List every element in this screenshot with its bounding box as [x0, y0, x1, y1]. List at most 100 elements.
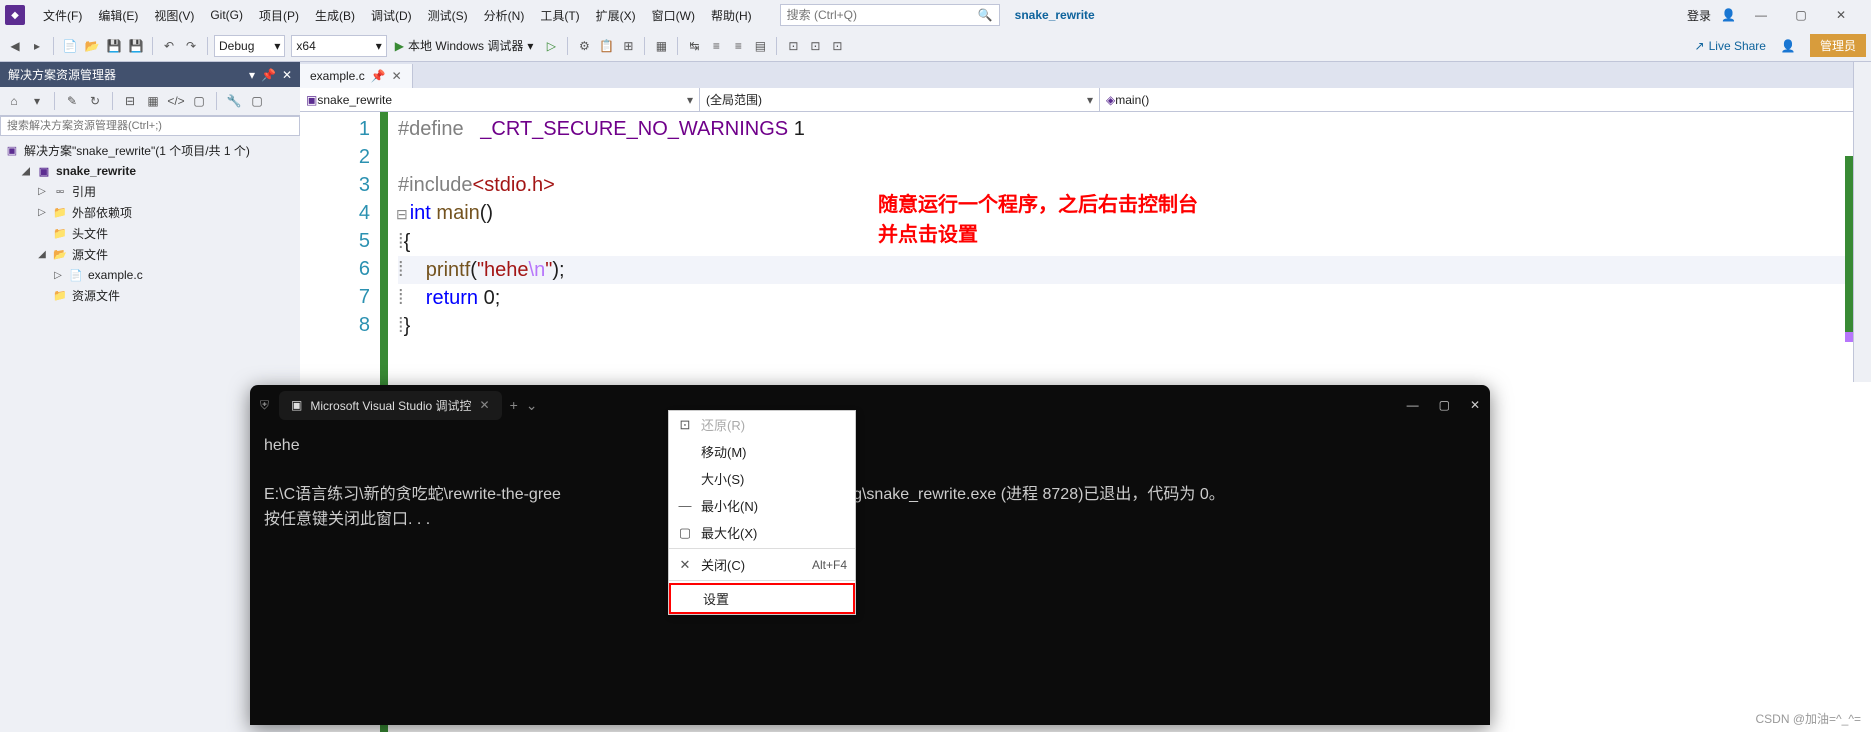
maximize-icon[interactable]: ▢ [1786, 4, 1816, 26]
panel-title: 解决方案资源管理器 ▾ 📌 ✕ [0, 62, 300, 87]
tb-icon-8[interactable]: ▤ [750, 36, 770, 56]
properties-icon[interactable]: </> [166, 91, 186, 111]
menu-git[interactable]: Git(G) [202, 4, 251, 26]
redo-icon[interactable]: ↷ [181, 36, 201, 56]
menu-analyze[interactable]: 分析(N) [476, 3, 533, 28]
switch-views-icon[interactable]: ▾ [27, 91, 47, 111]
menu-extensions[interactable]: 扩展(X) [588, 3, 644, 28]
save-icon[interactable]: 💾 [104, 36, 124, 56]
menu-edit[interactable]: 编辑(E) [90, 3, 146, 28]
chevron-down-icon[interactable]: ◢ [20, 166, 32, 177]
tb-icon-3[interactable]: ⊞ [618, 36, 638, 56]
preview-icon[interactable]: ▢ [189, 91, 209, 111]
sync-icon[interactable]: ↻ [85, 91, 105, 111]
chevron-right-icon[interactable]: ▷ [36, 207, 48, 218]
feedback-icon[interactable]: 👤 [1778, 36, 1798, 56]
more-icon[interactable]: ▢ [247, 91, 267, 111]
tree-external-deps[interactable]: ▷ 📁 外部依赖项 [0, 202, 300, 223]
show-all-icon[interactable]: ▦ [143, 91, 163, 111]
platform-dropdown[interactable]: x64▾ [291, 35, 386, 57]
open-icon[interactable]: 📂 [82, 36, 102, 56]
tb-icon-7[interactable]: ≡ [728, 36, 748, 56]
new-tab-icon[interactable]: + [510, 397, 518, 413]
menu-help[interactable]: 帮助(H) [703, 3, 760, 28]
chevron-right-icon[interactable]: ▷ [52, 270, 64, 281]
right-sidebar[interactable] [1853, 62, 1871, 382]
tab-example[interactable]: example.c 📌 ✕ [300, 64, 413, 88]
tb-icon-1[interactable]: ⚙ [574, 36, 594, 56]
pin-icon[interactable]: 📌 [371, 69, 386, 83]
menu-file[interactable]: 文件(F) [35, 3, 90, 28]
tree-project[interactable]: ◢ ▣ snake_rewrite [0, 161, 300, 181]
panel-toolbar: ⌂ ▾ ✎ ↻ ⊟ ▦ </> ▢ 🔧 ▢ [0, 87, 300, 116]
solution-tree: ▣ 解决方案"snake_rewrite"(1 个项目/共 1 个) ◢ ▣ s… [0, 136, 300, 310]
search-box[interactable]: 🔍 [780, 4, 1000, 26]
ctx-size[interactable]: 大小(S) [669, 465, 855, 492]
undo-icon[interactable]: ↶ [159, 36, 179, 56]
collapse-icon[interactable]: ⊟ [120, 91, 140, 111]
nav-project-dropdown[interactable]: ▣ snake_rewrite▾ [300, 88, 700, 111]
save-all-icon[interactable]: 💾 [126, 36, 146, 56]
ctx-minimize[interactable]: — 最小化(N) [669, 492, 855, 519]
menu-debug[interactable]: 调试(D) [363, 3, 420, 28]
maximize-icon[interactable]: ▢ [1439, 398, 1450, 412]
console-output[interactable]: hehe E:\C语言练习\新的贪吃蛇\rewrite-the-gree ite… [250, 425, 1490, 540]
back-icon[interactable]: ◀ [5, 36, 25, 56]
tree-references[interactable]: ▷ ▫▫ 引用 [0, 181, 300, 202]
tb-icon-5[interactable]: ↹ [684, 36, 704, 56]
close-icon[interactable]: ✕ [1470, 398, 1480, 412]
nav-function-dropdown[interactable]: ◈ main()▾ [1100, 88, 1871, 111]
nav-scope-dropdown[interactable]: (全局范围)▾ [700, 88, 1100, 111]
minimize-icon[interactable]: — [1407, 398, 1419, 412]
ctx-maximize[interactable]: ▢ 最大化(X) [669, 519, 855, 546]
tb-icon-10[interactable]: ⊡ [805, 36, 825, 56]
panel-close-icon[interactable]: ✕ [282, 68, 292, 82]
close-icon[interactable]: ✕ [480, 398, 490, 412]
minimize-icon[interactable]: — [1746, 4, 1776, 26]
ctx-move[interactable]: 移动(M) [669, 438, 855, 465]
wrench-icon[interactable]: 🔧 [224, 91, 244, 111]
tree-headers[interactable]: 📁 头文件 [0, 223, 300, 244]
start-debug-button[interactable]: ▶ 本地 Windows 调试器 ▾ [389, 35, 540, 56]
menu-test[interactable]: 测试(S) [420, 3, 476, 28]
home-icon[interactable]: ⌂ [4, 91, 24, 111]
tb-icon-4[interactable]: ▦ [651, 36, 671, 56]
chevron-down-icon[interactable]: ◢ [36, 249, 48, 260]
tree-file-example[interactable]: ▷ 📄 example.c [0, 265, 300, 285]
tb-icon-11[interactable]: ⊡ [827, 36, 847, 56]
collapse-icon[interactable]: ⊟ [396, 206, 408, 222]
ctx-settings[interactable]: 设置 [669, 583, 855, 614]
pending-changes-icon[interactable]: ✎ [62, 91, 82, 111]
console-tab[interactable]: ▣ Microsoft Visual Studio 调试控 ✕ [279, 391, 502, 420]
panel-dropdown-icon[interactable]: ▾ [249, 68, 255, 82]
forward-icon[interactable]: ▸ [27, 36, 47, 56]
search-icon[interactable]: 🔍 [972, 8, 999, 22]
console-titlebar[interactable]: ⛨ ▣ Microsoft Visual Studio 调试控 ✕ + ⌄ — … [250, 385, 1490, 425]
menu-build[interactable]: 生成(B) [307, 3, 363, 28]
menu-tools[interactable]: 工具(T) [532, 3, 587, 28]
menu-project[interactable]: 项目(P) [251, 3, 307, 28]
tb-icon-2[interactable]: 📋 [596, 36, 616, 56]
tb-icon-6[interactable]: ≡ [706, 36, 726, 56]
tb-icon-9[interactable]: ⊡ [783, 36, 803, 56]
ctx-close[interactable]: ✕ 关闭(C) Alt+F4 [669, 551, 855, 578]
start-nodebug-icon[interactable]: ▷ [541, 36, 561, 56]
user-icon[interactable]: 👤 [1721, 8, 1736, 22]
new-project-icon[interactable]: 📄 [60, 36, 80, 56]
panel-pin-icon[interactable]: 📌 [261, 68, 276, 82]
config-dropdown[interactable]: Debug▾ [214, 35, 285, 57]
solution-search-input[interactable] [0, 116, 300, 136]
close-icon[interactable]: ✕ [392, 69, 402, 83]
liveshare-button[interactable]: ↗Live Share [1695, 39, 1766, 53]
menu-view[interactable]: 视图(V) [146, 3, 202, 28]
tree-solution[interactable]: ▣ 解决方案"snake_rewrite"(1 个项目/共 1 个) [0, 140, 300, 161]
close-icon[interactable]: ✕ [1826, 4, 1856, 26]
tab-dropdown-icon[interactable]: ⌄ [526, 397, 538, 414]
editor-tabs: example.c 📌 ✕ [300, 62, 1871, 88]
search-input[interactable] [781, 6, 972, 24]
chevron-right-icon[interactable]: ▷ [36, 186, 48, 197]
tree-sources[interactable]: ◢ 📂 源文件 [0, 244, 300, 265]
login-link[interactable]: 登录 [1687, 7, 1711, 24]
tree-resources[interactable]: 📁 资源文件 [0, 285, 300, 306]
menu-window[interactable]: 窗口(W) [644, 3, 703, 28]
